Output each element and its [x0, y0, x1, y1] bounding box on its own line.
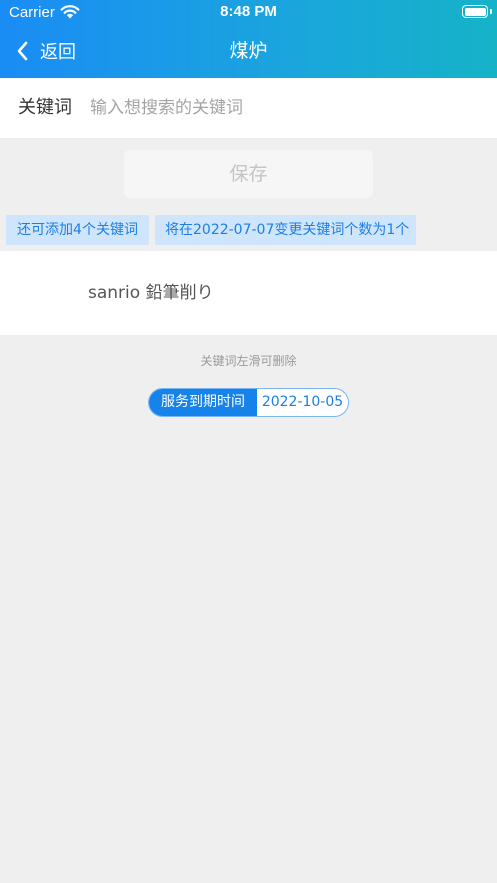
swipe-hint: 关键词左滑可删除 [200, 354, 297, 368]
expiry-label: 服务到期时间 [149, 389, 257, 416]
save-button[interactable]: 保存 [124, 150, 373, 198]
keyword-text: sanrio 鉛筆削り [88, 283, 214, 303]
list-item[interactable]: sanrio 鉛筆削り [0, 251, 497, 335]
page-title: 煤炉 [229, 40, 268, 62]
battery-icon [462, 5, 492, 18]
expiry-date: 2022-10-05 [261, 394, 344, 410]
header: Carrier 8:48 PM 返回 煤炉 [0, 0, 497, 78]
status-bar: Carrier 8:48 PM [0, 0, 497, 26]
expiry-badge: 服务到期时间 2022-10-05 [148, 388, 349, 417]
keyword-input[interactable] [90, 90, 480, 126]
remaining-count-badge: 还可添加4个关键词 [6, 215, 149, 245]
keyword-list: sanrio 鉛筆削り [0, 251, 497, 335]
change-notice-badge: 将在2022-07-07变更关键词个数为1个 [155, 215, 416, 245]
keyword-row: 关键词 [0, 78, 497, 138]
clock: 8:48 PM [220, 3, 277, 20]
keyword-label: 关键词 [18, 97, 72, 118]
